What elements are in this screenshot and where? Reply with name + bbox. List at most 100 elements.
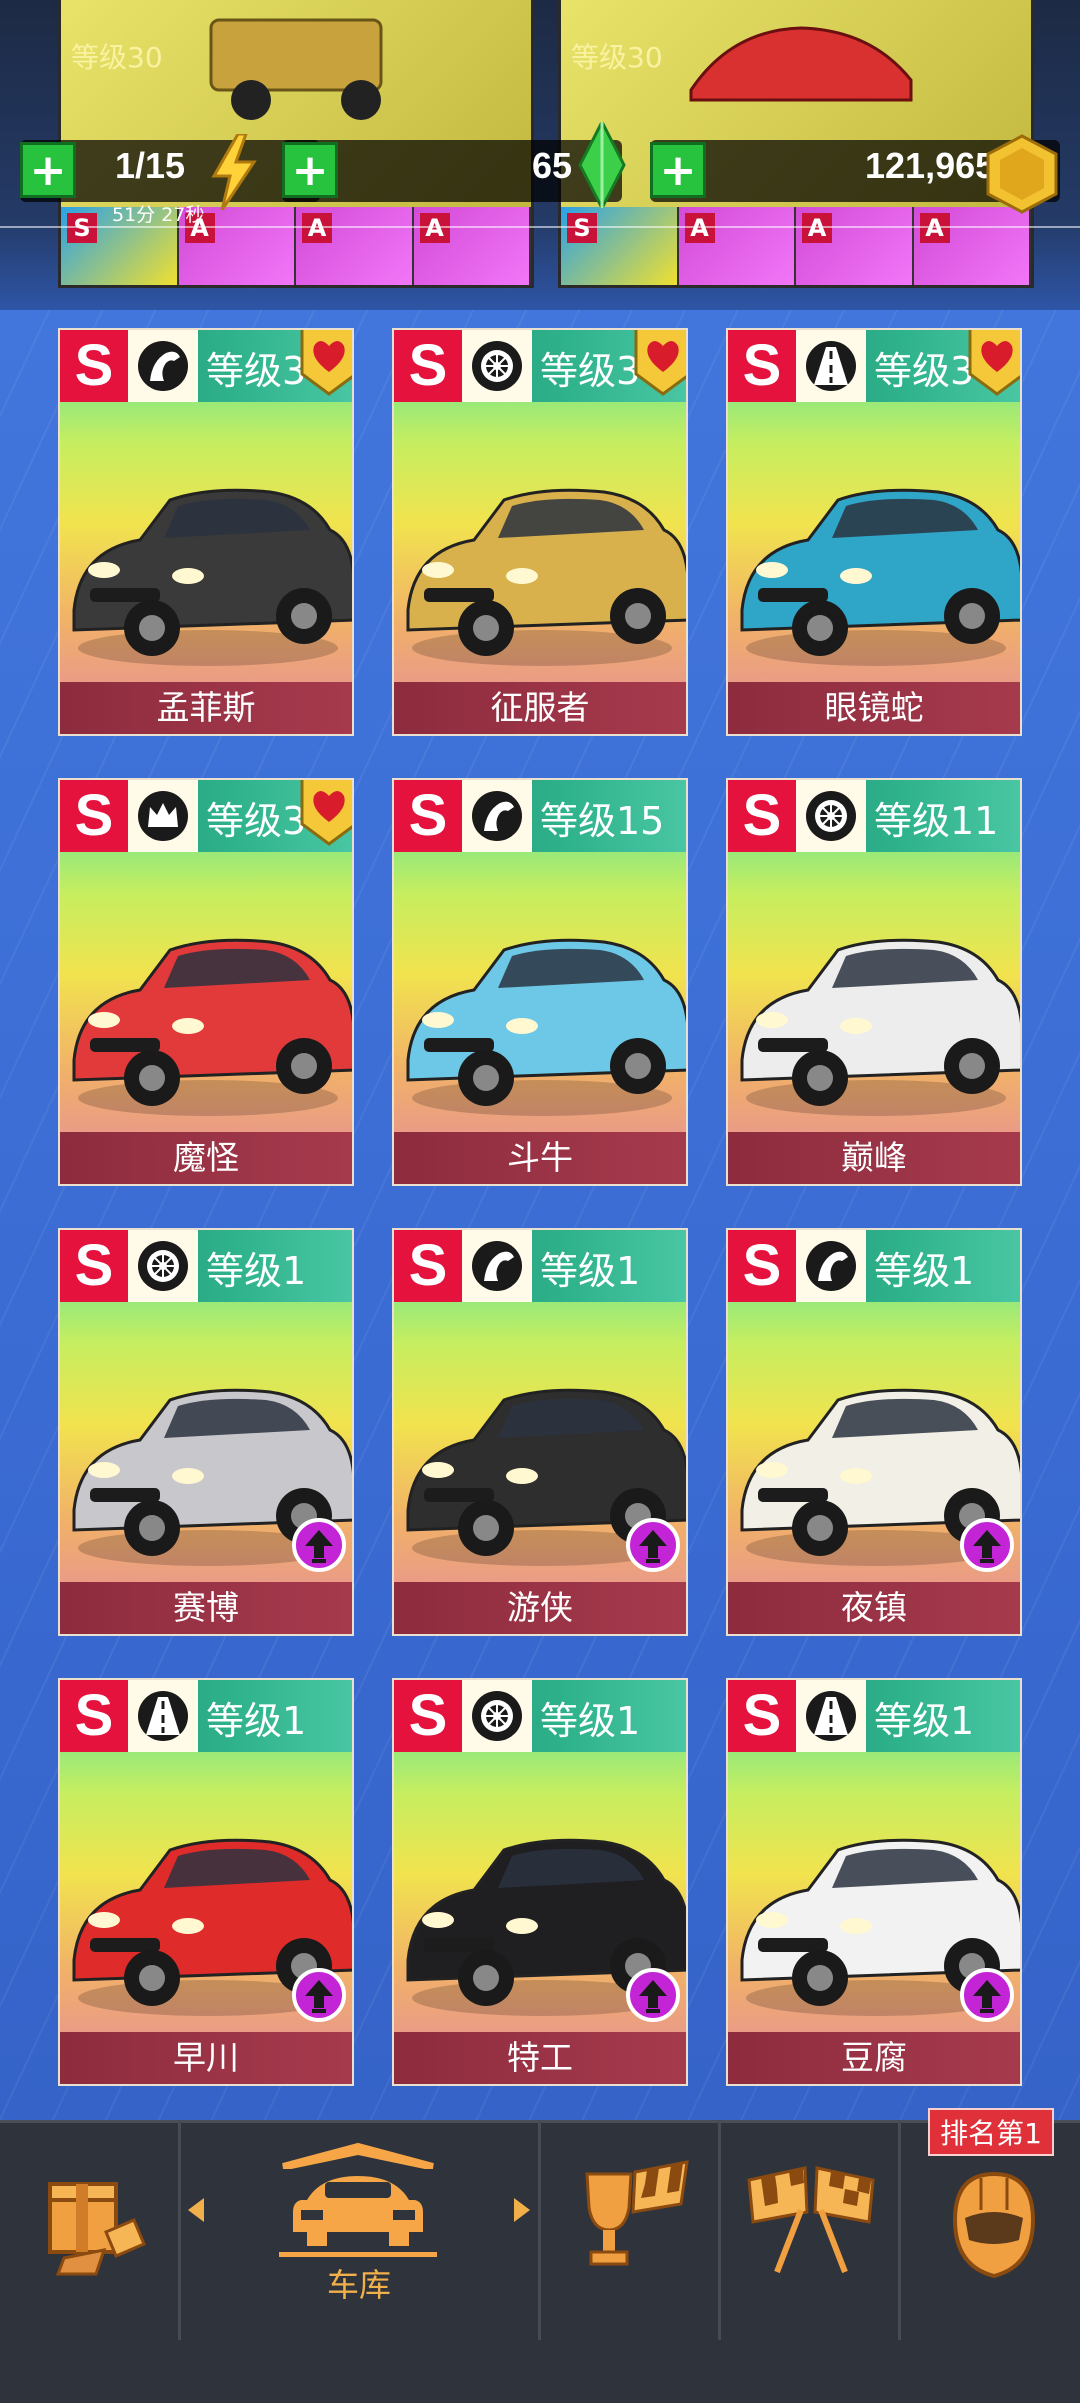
car-name: 魔怪 <box>60 1132 352 1184</box>
wheel-icon <box>128 1230 198 1302</box>
upgrade-available-icon[interactable] <box>292 1518 346 1572</box>
add-coins-button[interactable]: + <box>650 142 706 198</box>
upgrade-available-icon[interactable] <box>626 1518 680 1572</box>
add-gems-button[interactable]: + <box>282 142 338 198</box>
add-energy-button[interactable]: + <box>20 142 76 198</box>
car-level: 等级1 <box>874 1699 975 1743</box>
car-name: 赛博 <box>60 1582 352 1634</box>
car-card[interactable]: S 等级3 眼镜蛇 <box>726 328 1022 736</box>
rank-badge-s: S <box>394 330 462 402</box>
upgrade-available-icon[interactable] <box>960 1968 1014 2022</box>
upgrade-available-icon[interactable] <box>626 1968 680 2022</box>
rank-badge-s: S <box>60 780 128 852</box>
road-icon <box>796 330 866 402</box>
coins-value: 121,965 <box>865 145 996 186</box>
favorite-heart-icon[interactable] <box>966 328 1022 396</box>
road-icon <box>128 1680 198 1752</box>
car-name: 征服者 <box>394 682 686 734</box>
car-image <box>406 488 686 666</box>
car-name: 特工 <box>394 2032 686 2084</box>
rank-badge-s: S <box>60 1680 128 1752</box>
car-card[interactable]: S 等级15 斗牛 <box>392 778 688 1186</box>
car-card[interactable]: S 等级3 魔怪 <box>58 778 354 1186</box>
rank-badge-s: S <box>394 780 462 852</box>
energy-value: 1/15 <box>115 145 186 186</box>
car-level: 等级3 <box>206 799 307 843</box>
nav-events[interactable] <box>541 2130 718 2330</box>
gems-value: 65 <box>532 145 573 186</box>
car-image <box>72 488 352 666</box>
rank-badge-s: S <box>394 1680 462 1752</box>
car-level: 等级3 <box>206 349 307 393</box>
rank-badge-s: S <box>728 780 796 852</box>
car-name: 斗牛 <box>394 1132 686 1184</box>
horse-icon <box>462 1230 532 1302</box>
road-icon <box>796 1680 866 1752</box>
upgrade-available-icon[interactable] <box>960 1518 1014 1572</box>
wheel-icon <box>462 1680 532 1752</box>
car-card[interactable]: S 等级3 征服者 <box>392 328 688 736</box>
nav-shop[interactable] <box>0 2130 178 2330</box>
wheel-icon <box>462 330 532 402</box>
car-name: 巅峰 <box>728 1132 1020 1184</box>
car-level: 等级3 <box>874 349 975 393</box>
car-card[interactable]: S 等级1 夜镇 <box>726 1228 1022 1636</box>
favorite-heart-icon[interactable] <box>298 328 354 396</box>
top-card-level: 等级30 <box>71 41 163 74</box>
favorite-heart-icon[interactable] <box>298 778 354 846</box>
wheel-icon <box>796 780 866 852</box>
part-slot: A <box>296 207 414 285</box>
horse-icon <box>128 330 198 402</box>
part-slot: A <box>413 207 531 285</box>
horse-icon <box>796 1230 866 1302</box>
car-name: 早川 <box>60 2032 352 2084</box>
rank-badge-s: S <box>728 1230 796 1302</box>
upgrade-available-icon[interactable] <box>292 1968 346 2022</box>
nav-profile[interactable] <box>901 2130 1080 2330</box>
car-level: 等级15 <box>540 799 665 843</box>
part-slot: A <box>913 207 1031 285</box>
favorite-heart-icon[interactable] <box>632 328 688 396</box>
part-slot: A <box>678 207 796 285</box>
rank-badge-s: S <box>394 1230 462 1302</box>
car-image <box>72 938 352 1116</box>
divider-line <box>0 226 1080 228</box>
rank-badge-s: S <box>60 1230 128 1302</box>
rank-badge-s: S <box>728 330 796 402</box>
car-image <box>740 938 1020 1116</box>
car-card[interactable]: S 等级1 游侠 <box>392 1228 688 1636</box>
rank-badge-s: S <box>60 330 128 402</box>
car-name: 眼镜蛇 <box>728 682 1020 734</box>
nav-garage[interactable]: 车库 <box>181 2130 538 2330</box>
nav-next-arrow[interactable] <box>514 2198 530 2222</box>
car-card[interactable]: S 等级1 特工 <box>392 1678 688 2086</box>
suv-image <box>209 18 383 120</box>
garage-icon <box>279 2142 437 2257</box>
sports-car-image <box>689 26 913 102</box>
shop-box-icon <box>48 2182 146 2276</box>
crossed-flags-icon <box>747 2166 875 2274</box>
car-card[interactable]: S 等级1 豆腐 <box>726 1678 1022 2086</box>
car-name: 豆腐 <box>728 2032 1020 2084</box>
top-card-parts: S A A A <box>561 207 1031 285</box>
energy-timer: 51分 27秒 <box>112 204 205 226</box>
car-card[interactable]: S 等级3 孟菲斯 <box>58 328 354 736</box>
car-card[interactable]: S 等级1 赛博 <box>58 1228 354 1636</box>
coin-icon <box>986 134 1058 214</box>
part-slot: A <box>796 207 914 285</box>
car-image <box>406 938 686 1116</box>
car-name: 游侠 <box>394 1582 686 1634</box>
trophy-flag-icon <box>585 2160 689 2266</box>
car-card[interactable]: S 等级11 巅峰 <box>726 778 1022 1186</box>
car-name: 夜镇 <box>728 1582 1020 1634</box>
car-level: 等级1 <box>540 1249 641 1293</box>
rank-badge: 排名第1 <box>928 2108 1054 2156</box>
car-level: 等级1 <box>540 1699 641 1743</box>
car-level: 等级11 <box>874 799 999 843</box>
helmet-icon <box>952 2171 1036 2279</box>
part-slot: S <box>561 207 679 285</box>
horse-icon <box>462 780 532 852</box>
car-level: 等级3 <box>540 349 641 393</box>
car-card[interactable]: S 等级1 早川 <box>58 1678 354 2086</box>
nav-race[interactable] <box>721 2130 898 2330</box>
